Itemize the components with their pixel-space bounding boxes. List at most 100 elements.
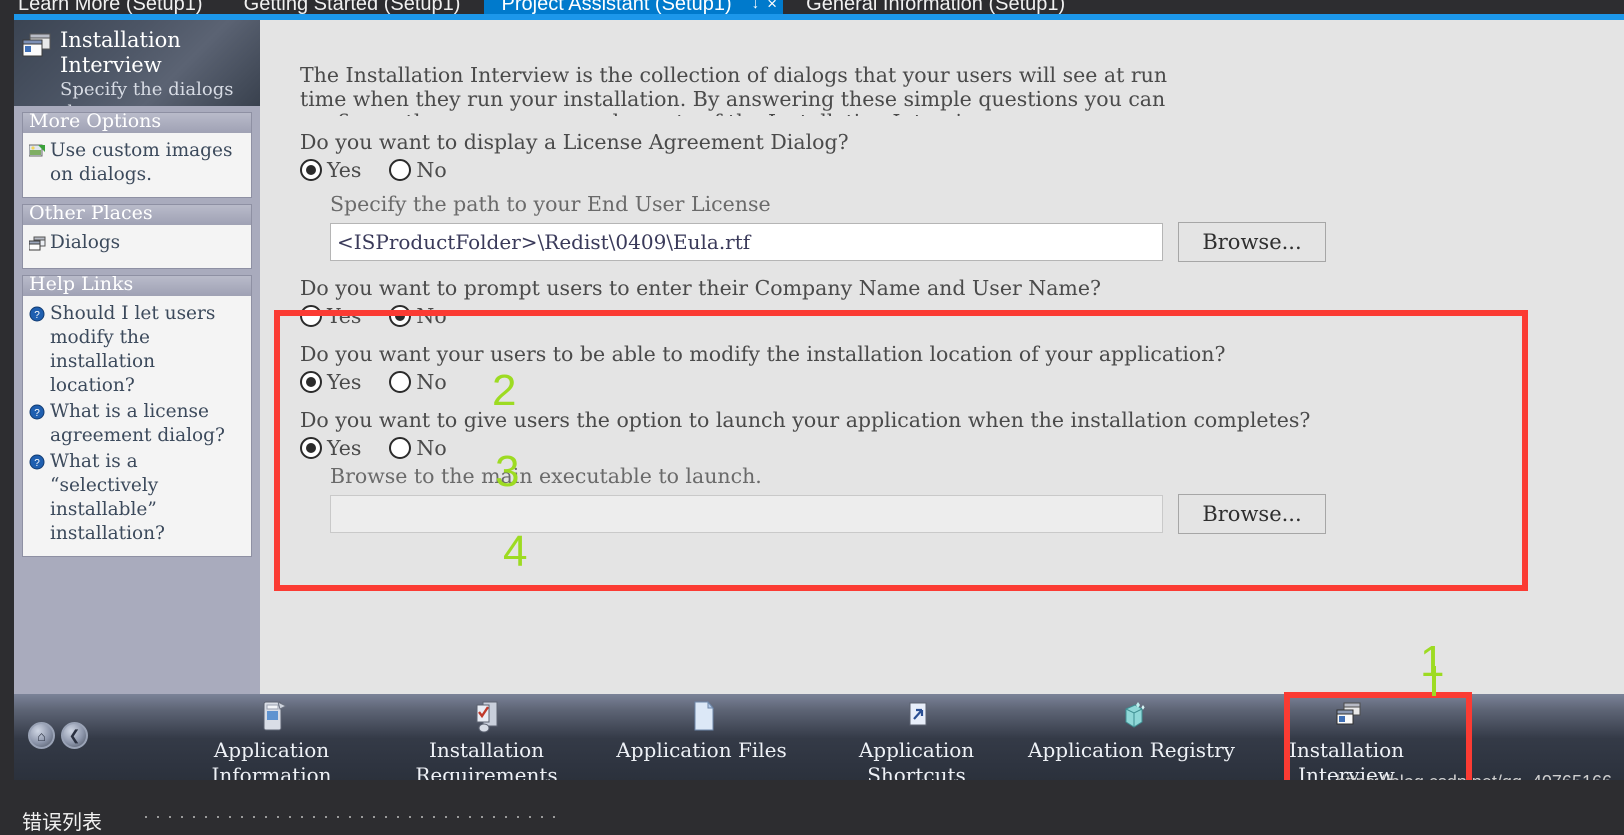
application-information-icon	[164, 700, 379, 736]
sidebar: Installation Interview Specify the dialo…	[14, 20, 260, 694]
project-assistant-frame: Installation Interview Specify the dialo…	[0, 14, 1624, 780]
sidebar-link-dialogs[interactable]: Dialogs	[28, 231, 245, 258]
installation-interview-icon	[1239, 700, 1454, 736]
application-shortcuts-icon	[809, 700, 1024, 736]
sidebar-panel-more-options: More Options Use custom images on dialog…	[22, 112, 252, 198]
nav-item-label: Application Files	[616, 738, 787, 762]
question-4-no-radio[interactable]: No	[389, 436, 447, 460]
application-files-icon	[594, 700, 809, 736]
radio-dot-icon	[389, 305, 412, 327]
radio-label: Yes	[327, 158, 362, 182]
error-list-label[interactable]: 错误列表	[22, 806, 102, 835]
radio-dot-icon	[300, 437, 322, 459]
radio-label: Yes	[327, 370, 362, 394]
svg-text:?: ?	[34, 310, 40, 321]
tab-getting-started[interactable]: Getting Started (Setup1)	[226, 0, 479, 14]
nav-application-files[interactable]: Application Files	[594, 694, 809, 780]
annotation-number-3: 3	[495, 447, 520, 496]
nav-application-registry[interactable]: Application Registry	[1024, 694, 1239, 780]
question-1-text: Do you want to display a License Agreeme…	[300, 130, 849, 154]
question-1-yes-radio[interactable]: Yes	[300, 158, 361, 182]
question-3-yes-radio[interactable]: Yes	[300, 370, 361, 394]
dialogs-icon	[28, 234, 47, 258]
application-registry-icon	[1024, 700, 1239, 736]
installation-requirements-icon	[379, 700, 594, 736]
toolwindow-divider	[145, 816, 565, 818]
installation-interview-icon	[22, 33, 52, 59]
license-path-row: <ISProductFolder>\Redist\0409\Eula.rtf B…	[330, 222, 1624, 262]
nav-application-information[interactable]: Application Information	[164, 694, 379, 780]
panel-header-help-links: Help Links	[23, 276, 251, 296]
sidebar-link-label: Dialogs	[50, 232, 121, 253]
license-browse-button[interactable]: Browse...	[1178, 222, 1326, 262]
sidebar-hero: Installation Interview Specify the dialo…	[14, 20, 260, 106]
help-link-label: What is a “selectively installable” inst…	[50, 451, 165, 544]
svg-text:?: ?	[34, 408, 40, 419]
navbar-items: Application Information Installation Req…	[164, 694, 1454, 780]
panel-body-other-places: Dialogs	[23, 225, 251, 268]
radio-label: No	[416, 304, 447, 328]
help-link-selectively-installable[interactable]: ? What is a “selectively installable” in…	[29, 450, 245, 546]
question-1-radio-group: Yes No	[300, 158, 1624, 182]
back-icon[interactable]: ❮	[61, 722, 88, 749]
tab-project-assistant[interactable]: Project Assistant (Setup1)	[483, 0, 750, 14]
question-2-no-radio[interactable]: No	[389, 304, 447, 328]
question-1-no-radio[interactable]: No	[389, 158, 447, 182]
image-icon	[28, 142, 47, 166]
panel-header-more-options: More Options	[23, 113, 251, 133]
tab-learn-more[interactable]: Learn More (Setup1)	[0, 0, 221, 14]
project-assistant-navbar: ⌂ ❮ Application Information Installation…	[14, 694, 1624, 780]
radio-dot-icon	[300, 371, 322, 393]
home-icon[interactable]: ⌂	[28, 722, 55, 749]
svg-text:?: ?	[34, 458, 40, 469]
help-link-label: Should I let users modify the installati…	[50, 303, 216, 396]
sidebar-panel-other-places: Other Places Dialogs	[22, 204, 252, 269]
nav-item-label: Application Shortcuts	[858, 738, 975, 780]
sidebar-link-custom-images[interactable]: Use custom images on dialogs.	[28, 139, 245, 187]
radio-dot-icon	[389, 159, 412, 181]
radio-dot-icon	[300, 305, 322, 327]
navbar-buttons: ⌂ ❮	[28, 722, 94, 749]
nav-installation-interview[interactable]: Installation Interview	[1239, 694, 1454, 780]
question-2-yes-radio[interactable]: Yes	[300, 304, 361, 328]
nav-application-shortcuts[interactable]: Application Shortcuts	[809, 694, 1024, 780]
annotation-number-2: 2	[492, 366, 517, 415]
question-2-radio-group: Yes No	[300, 304, 1624, 328]
tab-close-icon[interactable]: ×	[761, 0, 784, 14]
home-glyph: ⌂	[37, 727, 46, 744]
radio-label: Yes	[327, 436, 362, 460]
nav-item-label: Application Registry	[1028, 738, 1235, 762]
executable-browse-button[interactable]: Browse...	[1178, 494, 1326, 534]
sidebar-hero-title: Installation Interview	[60, 28, 181, 77]
radio-dot-icon	[389, 371, 412, 393]
panel-body-more-options: Use custom images on dialogs.	[23, 133, 251, 197]
nav-item-label: Application Information	[211, 738, 332, 780]
radio-label: No	[416, 158, 447, 182]
tab-pin-icon[interactable]: ↓	[749, 0, 762, 14]
question-4-yes-radio[interactable]: Yes	[300, 436, 361, 460]
license-path-input[interactable]: <ISProductFolder>\Redist\0409\Eula.rtf	[330, 223, 1163, 261]
help-link-modify-location[interactable]: ? Should I let users modify the installa…	[29, 302, 245, 398]
license-path-label: Specify the path to your End User Licens…	[330, 192, 771, 216]
question-3-text: Do you want your users to be able to mod…	[300, 342, 1226, 366]
radio-label: Yes	[327, 304, 362, 328]
help-icon: ?	[29, 305, 47, 329]
nav-item-label: Installation Requirements	[415, 738, 558, 780]
back-glyph: ❮	[68, 727, 81, 743]
tab-general-information[interactable]: General Information (Setup1)	[788, 0, 1083, 14]
main-content: The Installation Interview is the collec…	[260, 20, 1624, 694]
panel-body-help-links: ? Should I let users modify the installa…	[23, 296, 251, 556]
annotation-number-1: 1	[1420, 637, 1445, 686]
help-icon: ?	[29, 453, 47, 477]
question-3-no-radio[interactable]: No	[389, 370, 447, 394]
executable-path-label: Browse to the main executable to launch.	[330, 464, 762, 488]
sidebar-link-label: Use custom images on dialogs.	[50, 140, 233, 185]
nav-installation-requirements[interactable]: Installation Requirements	[379, 694, 594, 780]
help-link-label: What is a license agreement dialog?	[50, 401, 225, 446]
radio-label: No	[416, 436, 447, 460]
panel-header-other-places: Other Places	[23, 205, 251, 225]
help-link-license-dialog[interactable]: ? What is a license agreement dialog?	[29, 400, 245, 448]
editor-tab-strip: Learn More (Setup1) Getting Started (Set…	[0, 0, 1624, 14]
radio-dot-icon	[300, 159, 322, 181]
executable-path-input[interactable]	[330, 495, 1163, 533]
